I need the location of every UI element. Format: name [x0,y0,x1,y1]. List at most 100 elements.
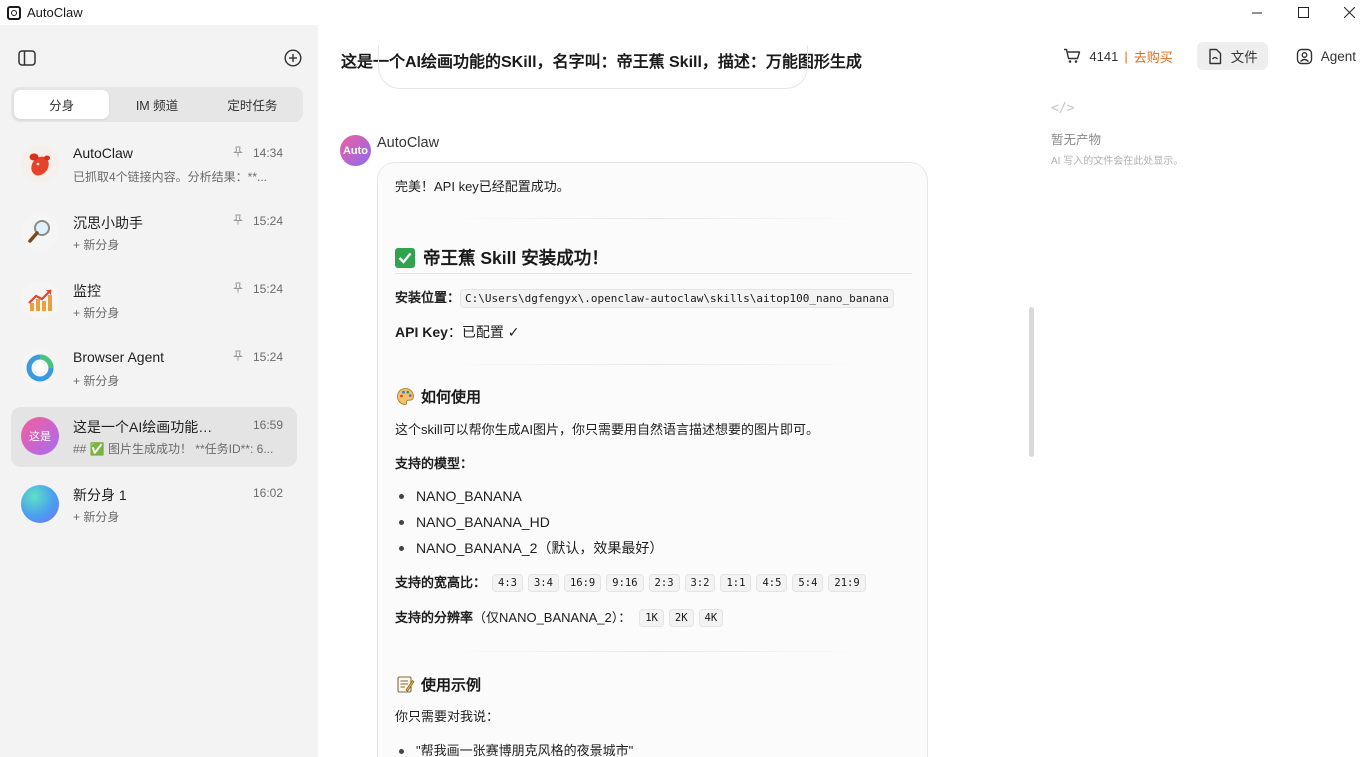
conversation-preview: 已抓取4个链接内容。分析结果：**... [73,170,268,184]
toggle-sidebar-button[interactable] [13,44,41,72]
conversation-preview: + 新分身 [73,374,120,388]
maximize-icon [1297,7,1309,18]
examples-intro: 你只需要对我说： [395,709,500,724]
agent-label: Agent [1320,48,1356,64]
artifacts-empty-title: 暂无产物 [1051,133,1102,147]
chart-up-icon [21,281,59,319]
list-item: NANO_BANANA_HD [395,509,795,535]
ratio-chip: 9:16 [606,574,644,592]
api-key-row: API Key：已配置 ✓ [395,322,520,342]
resolution-row: 支持的分辨率 （仅NANO_BANANA_2）： 1K 2K 4K [395,608,728,628]
agent-icon [1296,48,1312,64]
conversation-item[interactable]: Browser Agent 15:24 + 新分身 [11,339,297,399]
tab-scheduled-tasks[interactable]: 定时任务 [205,90,300,119]
check-mark-icon [395,247,415,268]
assistant-name: AutoClaw [377,135,440,151]
credits-count: 4141 [1089,48,1119,64]
conversation-item[interactable]: 沉思小助手 15:24 + 新分身 [11,203,297,263]
tab-avatars[interactable]: 分身 [14,90,110,119]
install-location-path: C:\Users\dgfengyx\.openclaw-autoclaw\ski… [460,288,894,308]
pin-icon [233,214,243,228]
conversation-name: 监控 [73,283,101,299]
files-label: 文件 [1230,50,1258,65]
examples-heading-text: 使用示例 [421,677,482,694]
conversation-item[interactable]: 监控 15:24 + 新分身 [11,271,297,331]
conversation-time: 15:24 [252,350,283,364]
chat-scrollbar[interactable] [1029,307,1034,457]
divider [445,218,865,219]
ratio-chip: 1:1 [720,574,752,592]
header-actions: 4141 | 去购买 文件 Agent [1063,41,1372,71]
code-icon: </> [1051,101,1075,116]
window-controls [1234,0,1372,25]
file-icon [1209,48,1221,64]
ratio-chip: 5:4 [792,574,824,592]
conversation-time: 14:34 [252,146,283,160]
conversation-name: AutoClaw [73,145,133,161]
api-key-status: ：已配置 ✓ [447,324,520,340]
files-button[interactable]: 文件 [1196,42,1268,70]
howto-heading: 如何使用 [395,386,481,407]
ratios-row: 支持的宽高比： 4:3 3:4 16:9 9:16 2:3 3:2 1:1 4:… [395,573,871,593]
assistant-avatar: Auto [340,135,371,166]
conversation-name: 新分身 1 [73,487,127,503]
credits-separator: | [1124,48,1128,64]
sidebar: 分身 IM 频道 定时任务 AutoClaw 14:34 已抓取4个链接内容。分… [0,25,318,757]
conversation-time: 16:59 [252,418,283,432]
install-heading: 帝王蕉 Skill 安装成功！ [395,245,609,270]
maximize-button[interactable] [1280,0,1326,25]
close-window-button[interactable] [1326,0,1372,25]
app-logo-icon [7,5,21,20]
conversation-item-active[interactable]: 这是 这是一个AI绘画功能的SKill，名字叫：帝王蕉 Skill，描述：万能图… [11,407,297,467]
minimize-button[interactable] [1234,0,1280,25]
howto-description: 这个skill可以帮你生成AI图片，你只需要用自然语言描述想要的图片即可。 [395,422,819,437]
ratio-chip: 4:5 [756,574,788,592]
sidebar-panel-icon [18,50,36,66]
close-icon [1343,7,1355,18]
install-location-row: 安装位置： C:\Users\dgfengyx\.openclaw-autocl… [395,288,894,308]
conversation-time: 15:24 [252,214,283,228]
new-conversation-button[interactable] [279,44,307,72]
models-label: 支持的模型： [395,456,474,471]
install-location-label: 安装位置： [395,290,461,305]
palette-icon [395,387,415,407]
conversation-name: 沉思小助手 [73,215,143,231]
conversation-preview: + 新分身 [73,238,120,252]
ratio-chip: 21:9 [828,574,866,592]
models-list: NANO_BANANA NANO_BANANA_HD NANO_BANANA_2… [395,483,795,561]
previous-message-bubble [378,45,808,89]
buy-credits-link[interactable]: 去购买 [1134,47,1173,66]
gradient-orb-icon [21,485,59,523]
conversation-name: Browser Agent [73,349,165,365]
conversation-time: 15:24 [252,282,283,296]
app-title: AutoClaw [27,5,83,20]
api-key-label: API Key [395,324,448,340]
conversation-preview: + 新分身 [73,306,120,320]
resolution-chip: 2K [668,609,694,627]
resolution-label-note: （仅NANO_BANANA_2）： [473,610,632,625]
ratio-chip: 3:2 [684,574,716,592]
lobster-icon [21,145,59,183]
conversation-item[interactable]: AutoClaw 14:34 已抓取4个链接内容。分析结果：**... [11,135,297,195]
conversation-avatar: 这是 [21,417,59,455]
conversation-time: 16:02 [252,486,283,500]
agent-button[interactable]: Agent [1286,42,1366,70]
examples-list: "帮我画一张赛博朋克风格的夜景城市" [395,738,795,757]
conversation-item[interactable]: 新分身 1 16:02 + 新分身 [11,475,297,535]
list-item: NANO_BANANA_2（默认，效果最好） [395,535,795,561]
conversation-list: AutoClaw 14:34 已抓取4个链接内容。分析结果：**... 沉思小助… [11,135,297,543]
magnifier-icon [21,213,59,251]
sidebar-tabs: 分身 IM 频道 定时任务 [11,87,303,122]
resolution-label: 支持的分辨率 [395,610,474,625]
tab-im-channels[interactable]: IM 频道 [109,90,204,119]
memo-icon [395,675,415,695]
pin-icon [233,282,243,296]
assistant-message-bubble: 完美！API key已经配置成功。 帝王蕉 Skill 安装成功！ 安装位置： … [377,162,928,757]
browser-ring-icon [21,349,59,387]
resolution-chip: 4K [698,609,724,627]
sidebar-toolbar [0,25,318,85]
ratio-chip: 3:4 [527,574,559,592]
main-panel: 这是一个AI绘画功能的SKill，名字叫：帝王蕉 Skill，描述：万能图形生成… [318,25,1372,757]
conversation-preview: ## ✅ 图片生成成功！ **任务ID**: 6... [73,442,274,456]
ratio-chip: 2:3 [648,574,680,592]
